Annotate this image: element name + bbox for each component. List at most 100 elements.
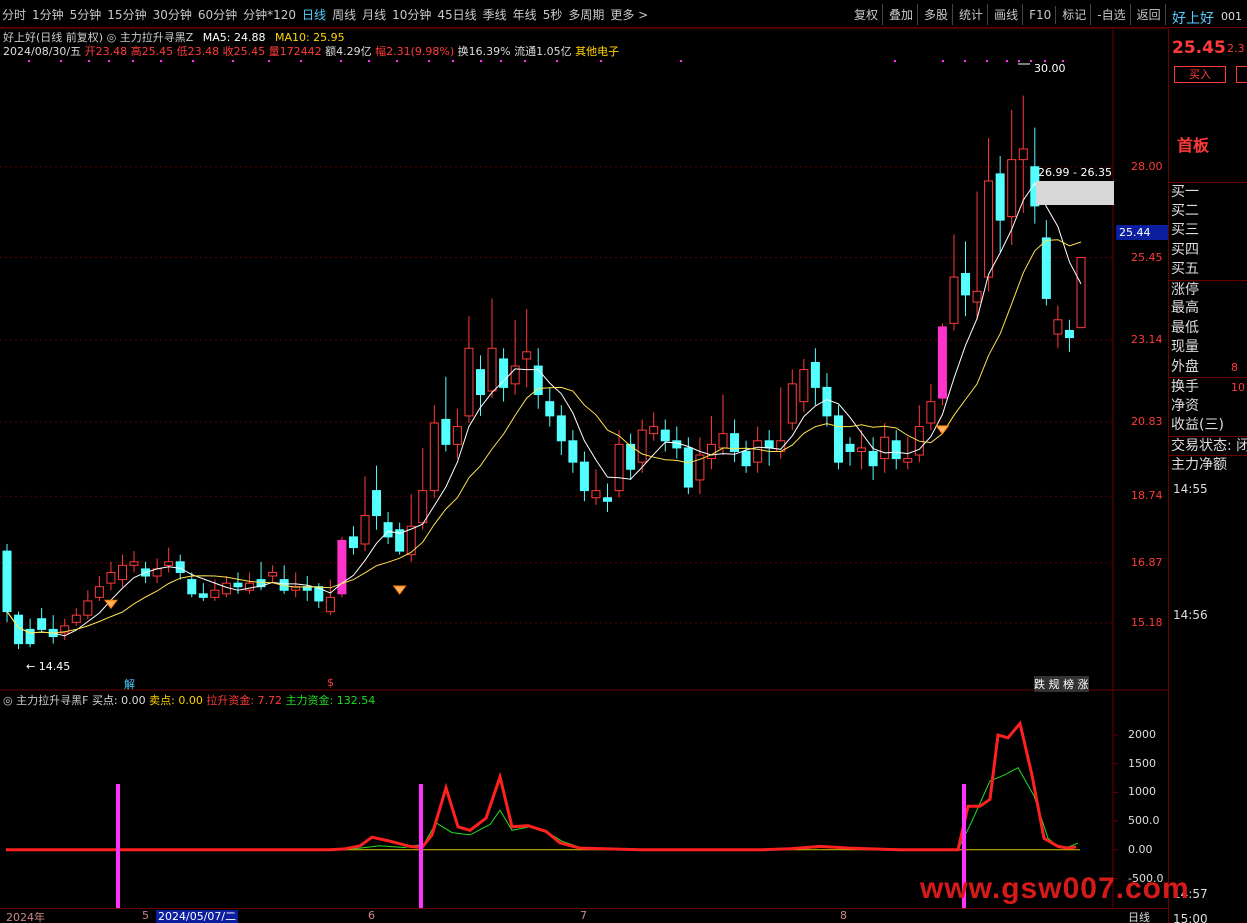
event-marker-tags[interactable]: 跌 规 榜 涨 <box>1034 676 1089 692</box>
sell-point-value: 卖点: 0.00 <box>149 694 203 707</box>
candle-body <box>984 180 994 278</box>
quote-row-label: 外盘 <box>1171 358 1199 375</box>
quote-row-label: 最高 <box>1171 300 1199 316</box>
quote-row-label: 买二 <box>1171 202 1199 219</box>
candle-body <box>637 429 647 463</box>
candle-body <box>995 173 1005 221</box>
sub-axis-label: 1000 <box>1128 785 1156 799</box>
buy-signal-marker <box>392 585 407 595</box>
buy-button[interactable]: 买入 <box>1174 66 1226 83</box>
quote-row-label: 买一 <box>1171 184 1199 200</box>
quote-row: 买五 <box>1169 260 1247 280</box>
signal-dot <box>524 60 526 62</box>
price-axis-label: 25.45 <box>1131 250 1163 264</box>
quote-row-label: 涨停 <box>1171 281 1199 298</box>
candle-body <box>94 586 104 598</box>
sub-indicator-line: ◎ 主力拉升寻黑F 买点: 0.00 卖点: 0.00 拉升资金: 7.72 主… <box>3 692 375 708</box>
cursor-date: 2024/05/07/二 <box>156 910 239 923</box>
signal-dot <box>1018 60 1020 62</box>
candle-body <box>603 497 613 502</box>
candle-body <box>672 440 682 449</box>
buy-signal-marker <box>935 425 950 435</box>
time-axis-label: 7 <box>580 909 587 922</box>
quote-row-label: 最低 <box>1171 319 1199 336</box>
quote-panel: 25.45 2.3 买入 首板 买一 买二 买三 买四 买五 涨停 最高 最低 现量 外盘 8 换手 1… <box>1168 28 1247 923</box>
candle-body <box>741 450 751 467</box>
sub-axis-label: 0.00 <box>1128 842 1153 856</box>
candle-body <box>129 561 139 566</box>
candle-body <box>787 383 797 424</box>
candle-body <box>268 571 278 577</box>
price-axis-label: 23.14 <box>1131 332 1163 346</box>
sub-indicator-name[interactable]: 主力拉升寻黑F <box>16 694 88 707</box>
signal-dot <box>132 60 134 62</box>
candle-body <box>660 429 670 442</box>
quote-row-label: 交易状态: 闭 <box>1171 437 1247 454</box>
range-box <box>1036 181 1114 205</box>
lift-fund-line <box>6 720 1077 852</box>
quote-row: 净资 <box>1169 397 1247 417</box>
quote-row: 现量 <box>1169 338 1247 358</box>
price-axis-label: 16.87 <box>1131 555 1163 569</box>
sub-axis-label: 2000 <box>1128 727 1156 741</box>
signal-dot <box>300 60 302 62</box>
signal-dot <box>680 60 682 62</box>
candle-body <box>418 490 428 524</box>
candle-body <box>937 326 947 399</box>
price-axis-label: 28.00 <box>1131 159 1163 173</box>
candle-body <box>649 426 659 435</box>
signal-dot <box>556 60 558 62</box>
quote-row: 外盘 8 <box>1169 358 1247 378</box>
candle-body <box>452 426 462 445</box>
candle-body <box>429 422 439 492</box>
time-axis-label: 5 <box>142 909 149 922</box>
quote-row-label: 收益(三) <box>1171 417 1224 433</box>
candle-body <box>464 347 474 417</box>
quote-row-value: 10 <box>1231 381 1245 394</box>
candle-body <box>2 550 12 613</box>
candle-body <box>1018 148 1028 161</box>
candle-body <box>522 351 532 360</box>
candle-body <box>810 362 820 388</box>
sub-indicator-toggle-icon[interactable]: ◎ <box>3 694 16 707</box>
candle-body <box>1007 159 1017 218</box>
candle-body <box>579 461 589 492</box>
range-annotation: 26.99 - 26.35 <box>1038 166 1112 179</box>
candle-body <box>1064 329 1074 339</box>
stock-code: 001 <box>1221 10 1242 23</box>
candle-body <box>1076 257 1086 329</box>
signal-dot <box>60 60 62 62</box>
quote-row: 涨停 <box>1169 279 1247 300</box>
time-axis-label: 8 <box>840 909 847 922</box>
candle-body <box>360 515 370 545</box>
signal-dot <box>28 60 30 62</box>
signal-dot <box>428 60 430 62</box>
quote-row: 换手 10 <box>1169 377 1247 397</box>
signal-dot <box>160 60 162 62</box>
quote-row-label: 净资 <box>1171 397 1199 414</box>
stock-name: 好上好 <box>1172 11 1214 27</box>
quote-row: 买四 <box>1169 241 1247 261</box>
sub-signal-bar <box>116 784 120 908</box>
signal-dot <box>108 60 110 62</box>
quote-row: 交易状态: 闭 <box>1169 435 1247 456</box>
candle-body <box>545 401 555 417</box>
quote-row: 最高 <box>1169 299 1247 319</box>
candle-body <box>833 415 843 463</box>
quote-row-label: 现量 <box>1171 339 1199 355</box>
high-annotation: 30.00 <box>1034 62 1066 75</box>
candle-body <box>822 386 832 417</box>
price-change: 2.3 <box>1227 42 1245 55</box>
signal-dot <box>480 60 482 62</box>
lift-fund-value: 拉升资金: 7.72 <box>206 694 283 707</box>
event-marker-jie[interactable]: 解 <box>124 676 135 692</box>
sub-axis-label: 500.0 <box>1128 814 1160 828</box>
sell-button[interactable] <box>1236 66 1247 83</box>
sub-axis-label: 1500 <box>1128 756 1156 770</box>
candle-body <box>175 561 185 573</box>
signal-dot <box>340 60 342 62</box>
event-marker-dollar[interactable]: $ <box>327 676 334 689</box>
signal-dot <box>88 60 90 62</box>
kline-chart[interactable] <box>0 0 1168 908</box>
candle-body <box>949 276 959 324</box>
